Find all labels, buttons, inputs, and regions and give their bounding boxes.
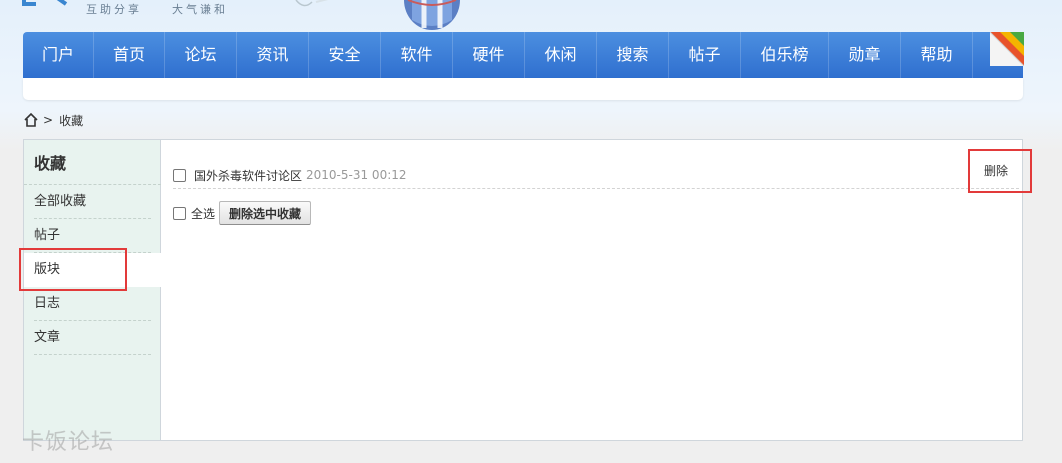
favorites-panel: 收藏 全部收藏 帖子 版块 日志 文章 国外杀毒软件讨论区 2010-5-31 … [23,139,1023,441]
tagline-generous: 大气谦和 [172,3,228,16]
sub-nav-bar [23,78,1023,100]
nav-item-medals[interactable]: 勋章 [829,32,901,78]
nav-item-home[interactable]: 首页 [94,32,165,78]
breadcrumb: > 收藏 [23,110,83,130]
sidebar-item-articles[interactable]: 文章 [34,321,151,355]
select-all-label[interactable]: 全选 [191,205,215,222]
nav-item-security[interactable]: 安全 [309,32,381,78]
sidebar: 收藏 全部收藏 帖子 版块 日志 文章 [24,140,162,440]
sidebar-item-threads[interactable]: 帖子 [34,219,151,253]
nav-item-posts[interactable]: 帖子 [669,32,741,78]
nav-item-ranking[interactable]: 伯乐榜 [741,32,829,78]
delete-favorite-link[interactable]: 删除 [984,162,1008,179]
breadcrumb-current[interactable]: 收藏 [59,112,83,129]
site-logo-icon[interactable] [22,0,70,12]
nav-item-leisure[interactable]: 休闲 [525,32,597,78]
favorite-title-link[interactable]: 国外杀毒软件讨论区 [194,167,302,184]
nav-item-hardware[interactable]: 硬件 [453,32,525,78]
select-all-checkbox[interactable] [173,206,186,220]
decoration-icon [295,0,329,7]
nav-item-news[interactable]: 资讯 [237,32,309,78]
sidebar-item-forums[interactable]: 版块 [24,253,162,287]
nav-item-forum[interactable]: 论坛 [165,32,237,78]
delete-selected-button[interactable]: 删除选中收藏 [219,201,312,225]
divider [173,188,1019,189]
bulk-actions: 全选 删除选中收藏 [173,200,312,226]
nav-item-help[interactable]: 帮助 [901,32,973,78]
site-header: 互助分享 大气谦和 [0,0,1062,32]
tagline-mutual-help: 互助分享 [86,3,142,16]
watermark: 卡饭论坛 [22,430,115,455]
main-nav: 门户 首页 论坛 资讯 安全 软件 硬件 休闲 搜索 帖子 伯乐榜 勋章 帮助 [23,32,1024,78]
breadcrumb-separator: > [43,113,54,127]
sidebar-item-all-favorites[interactable]: 全部收藏 [34,185,151,219]
list-item: 国外杀毒软件讨论区 2010-5-31 00:12 [173,160,1019,190]
nav-item-search[interactable]: 搜索 [597,32,669,78]
favorite-date: 2010-5-31 00:12 [306,168,407,182]
sidebar-title: 收藏 [34,154,67,173]
color-picker-icon[interactable] [990,32,1024,66]
sidebar-item-blogs[interactable]: 日志 [34,287,151,321]
nav-item-portal[interactable]: 门户 [23,32,94,78]
nav-item-software[interactable]: 软件 [381,32,453,78]
favorite-checkbox[interactable] [173,168,186,182]
hot-air-balloon-icon [404,0,460,30]
home-icon[interactable] [23,112,39,128]
